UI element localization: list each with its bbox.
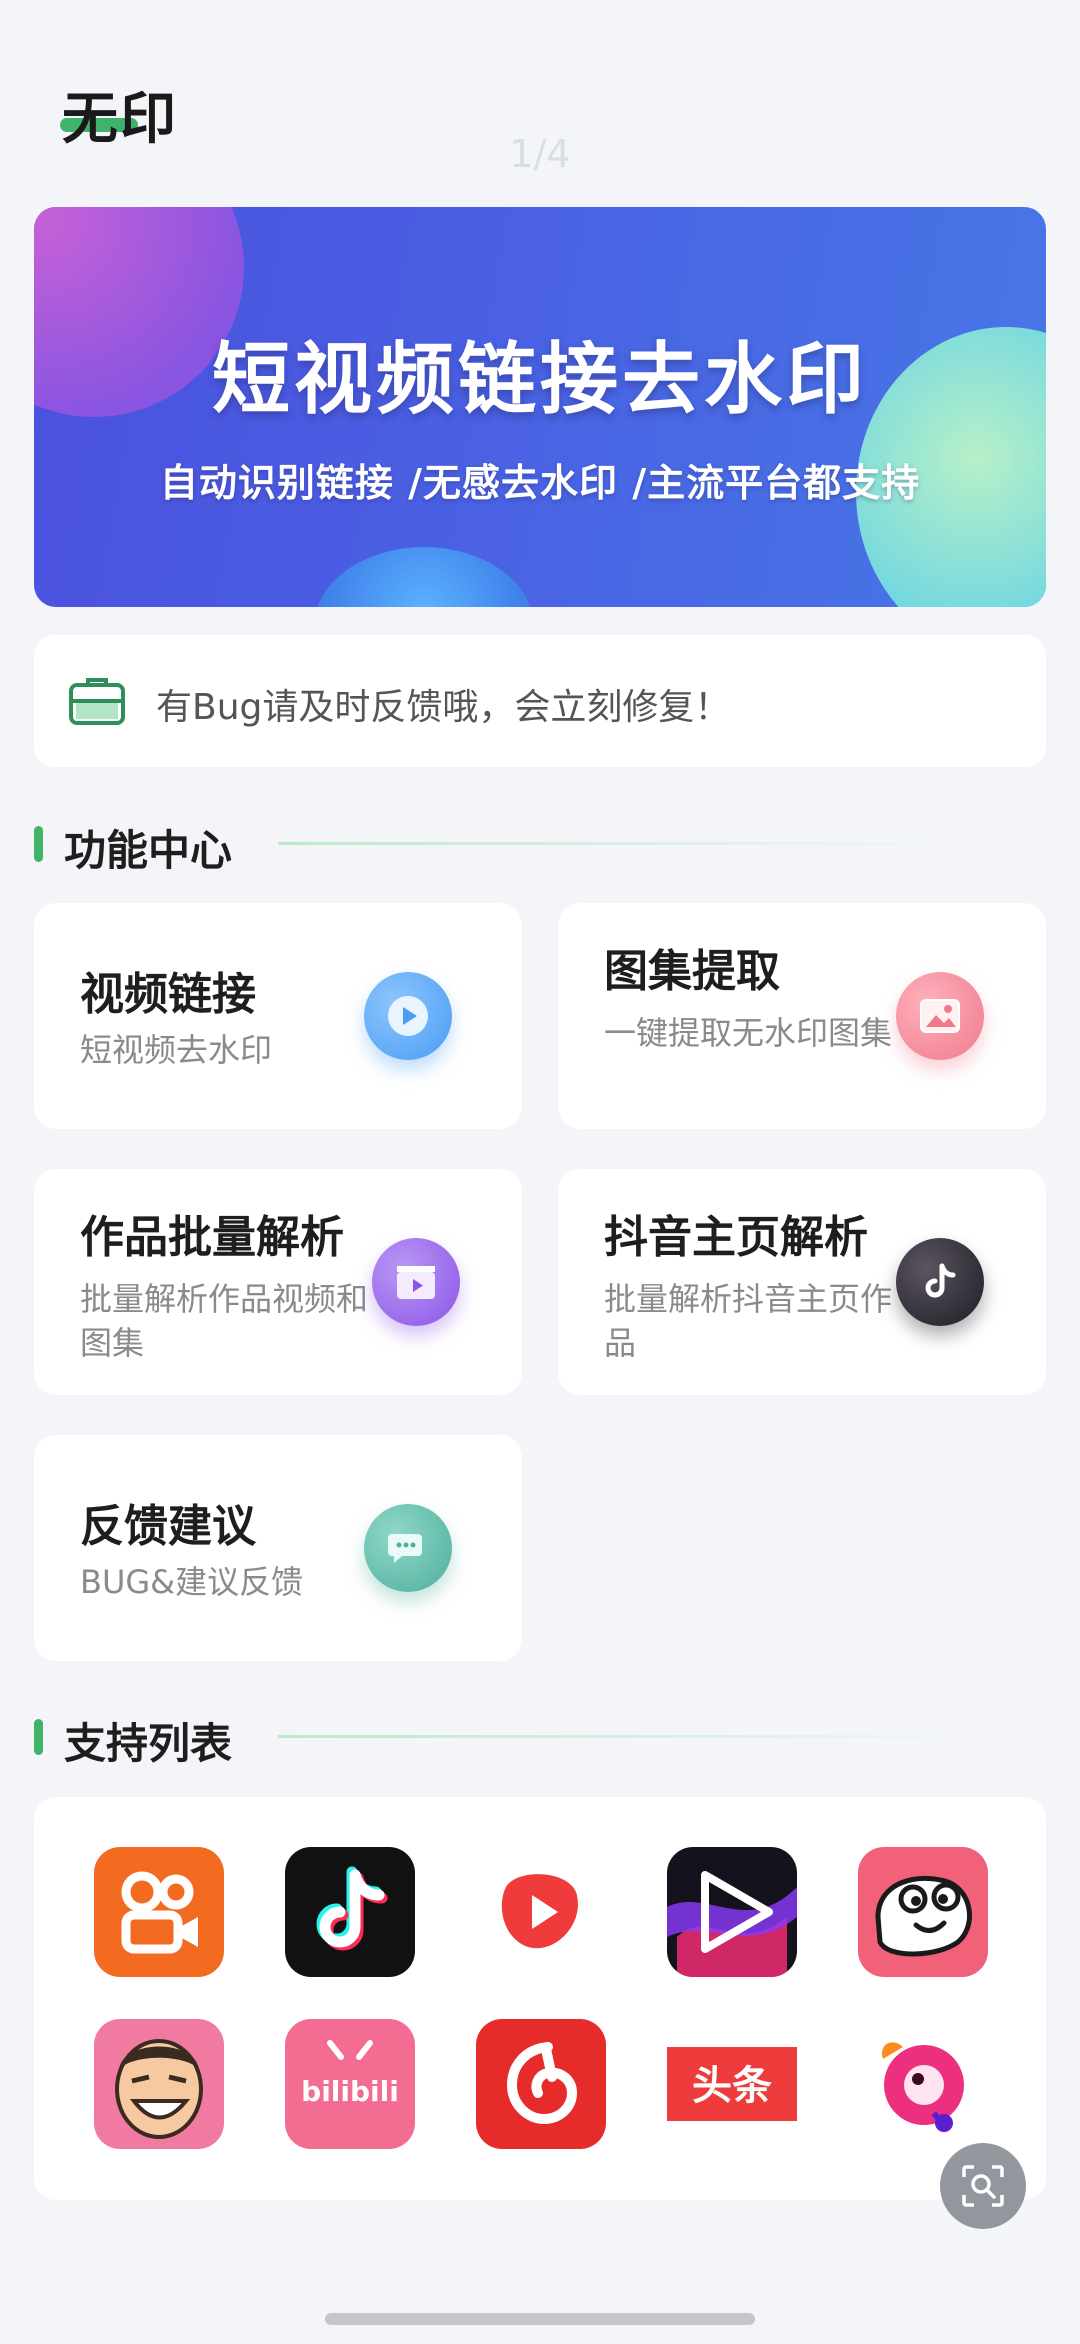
briefcase-icon [68,675,126,727]
image-search-button[interactable] [940,2143,1026,2229]
banner-subtitle: 自动识别链接 /无感去水印 /主流平台都支持 [159,461,921,505]
section-divider [278,1735,978,1738]
bilibili-wordmark: bilibili [301,2075,399,2108]
card-title: 图集提取 [604,946,780,997]
weishi-logo[interactable] [667,1847,797,1977]
toutiao-wordmark: 头条 [692,2063,772,2109]
card-description: 批量解析作品视频和图集 [80,1280,369,1362]
play-icon [364,972,452,1060]
notice-bar[interactable]: 有Bug请及时反馈哦，会立刻修复！ [34,635,1046,767]
image-icon [896,972,984,1060]
section-marker [34,826,43,862]
section-title-features: 功能中心 [64,826,233,875]
banner-title: 短视频链接去水印 [211,335,868,425]
kuaishou-logo[interactable] [94,1847,224,1977]
toutiao-logo[interactable]: 头条 [667,2019,797,2149]
feature-card-batch-parse[interactable]: 作品批量解析 批量解析作品视频和图集 [34,1169,522,1395]
banner-decoration [314,547,534,607]
bilibili-logo[interactable]: bilibili [285,2019,415,2149]
chat-bubbles-icon [364,1504,452,1592]
pipi-funny-logo[interactable] [858,2019,988,2149]
image-search-icon [962,2165,1004,2207]
pipixia-logo[interactable] [858,1847,988,1977]
card-title: 作品批量解析 [80,1212,344,1263]
netease-music-logo[interactable] [476,2019,606,2149]
section-marker [34,1719,43,1755]
section-divider [278,842,948,845]
card-title: 视频链接 [80,969,256,1020]
feature-card-album-extract[interactable]: 图集提取 一键提取无水印图集 [558,903,1046,1129]
platform-list: bilibili 头条 [34,1797,1046,2200]
feature-card-video-link[interactable]: 视频链接 短视频去水印 [34,903,522,1129]
home-indicator[interactable] [325,2313,755,2325]
card-title: 反馈建议 [80,1501,256,1552]
clapper-icon [372,1238,460,1326]
feature-card-feedback[interactable]: 反馈建议 BUG&建议反馈 [34,1435,522,1661]
douyin-logo[interactable] [285,1847,415,1977]
promo-banner[interactable]: 短视频链接去水印 自动识别链接 /无感去水印 /主流平台都支持 [34,207,1046,607]
zuiyou-logo[interactable] [94,2019,224,2149]
card-description: 短视频去水印 [80,1031,273,1069]
card-description: BUG&建议反馈 [80,1563,304,1601]
feature-card-douyin-homepage[interactable]: 抖音主页解析 批量解析抖音主页作品 [558,1169,1046,1395]
notice-text: 有Bug请及时反馈哦，会立刻修复！ [156,687,731,728]
xigua-video-logo[interactable] [476,1847,606,1977]
tiktok-icon [896,1238,984,1326]
card-description: 批量解析抖音主页作品 [604,1280,893,1362]
app-title: 无印 [62,87,178,152]
card-title: 抖音主页解析 [604,1212,868,1263]
section-title-platforms: 支持列表 [64,1719,233,1768]
card-description: 一键提取无水印图集 [604,1014,893,1052]
